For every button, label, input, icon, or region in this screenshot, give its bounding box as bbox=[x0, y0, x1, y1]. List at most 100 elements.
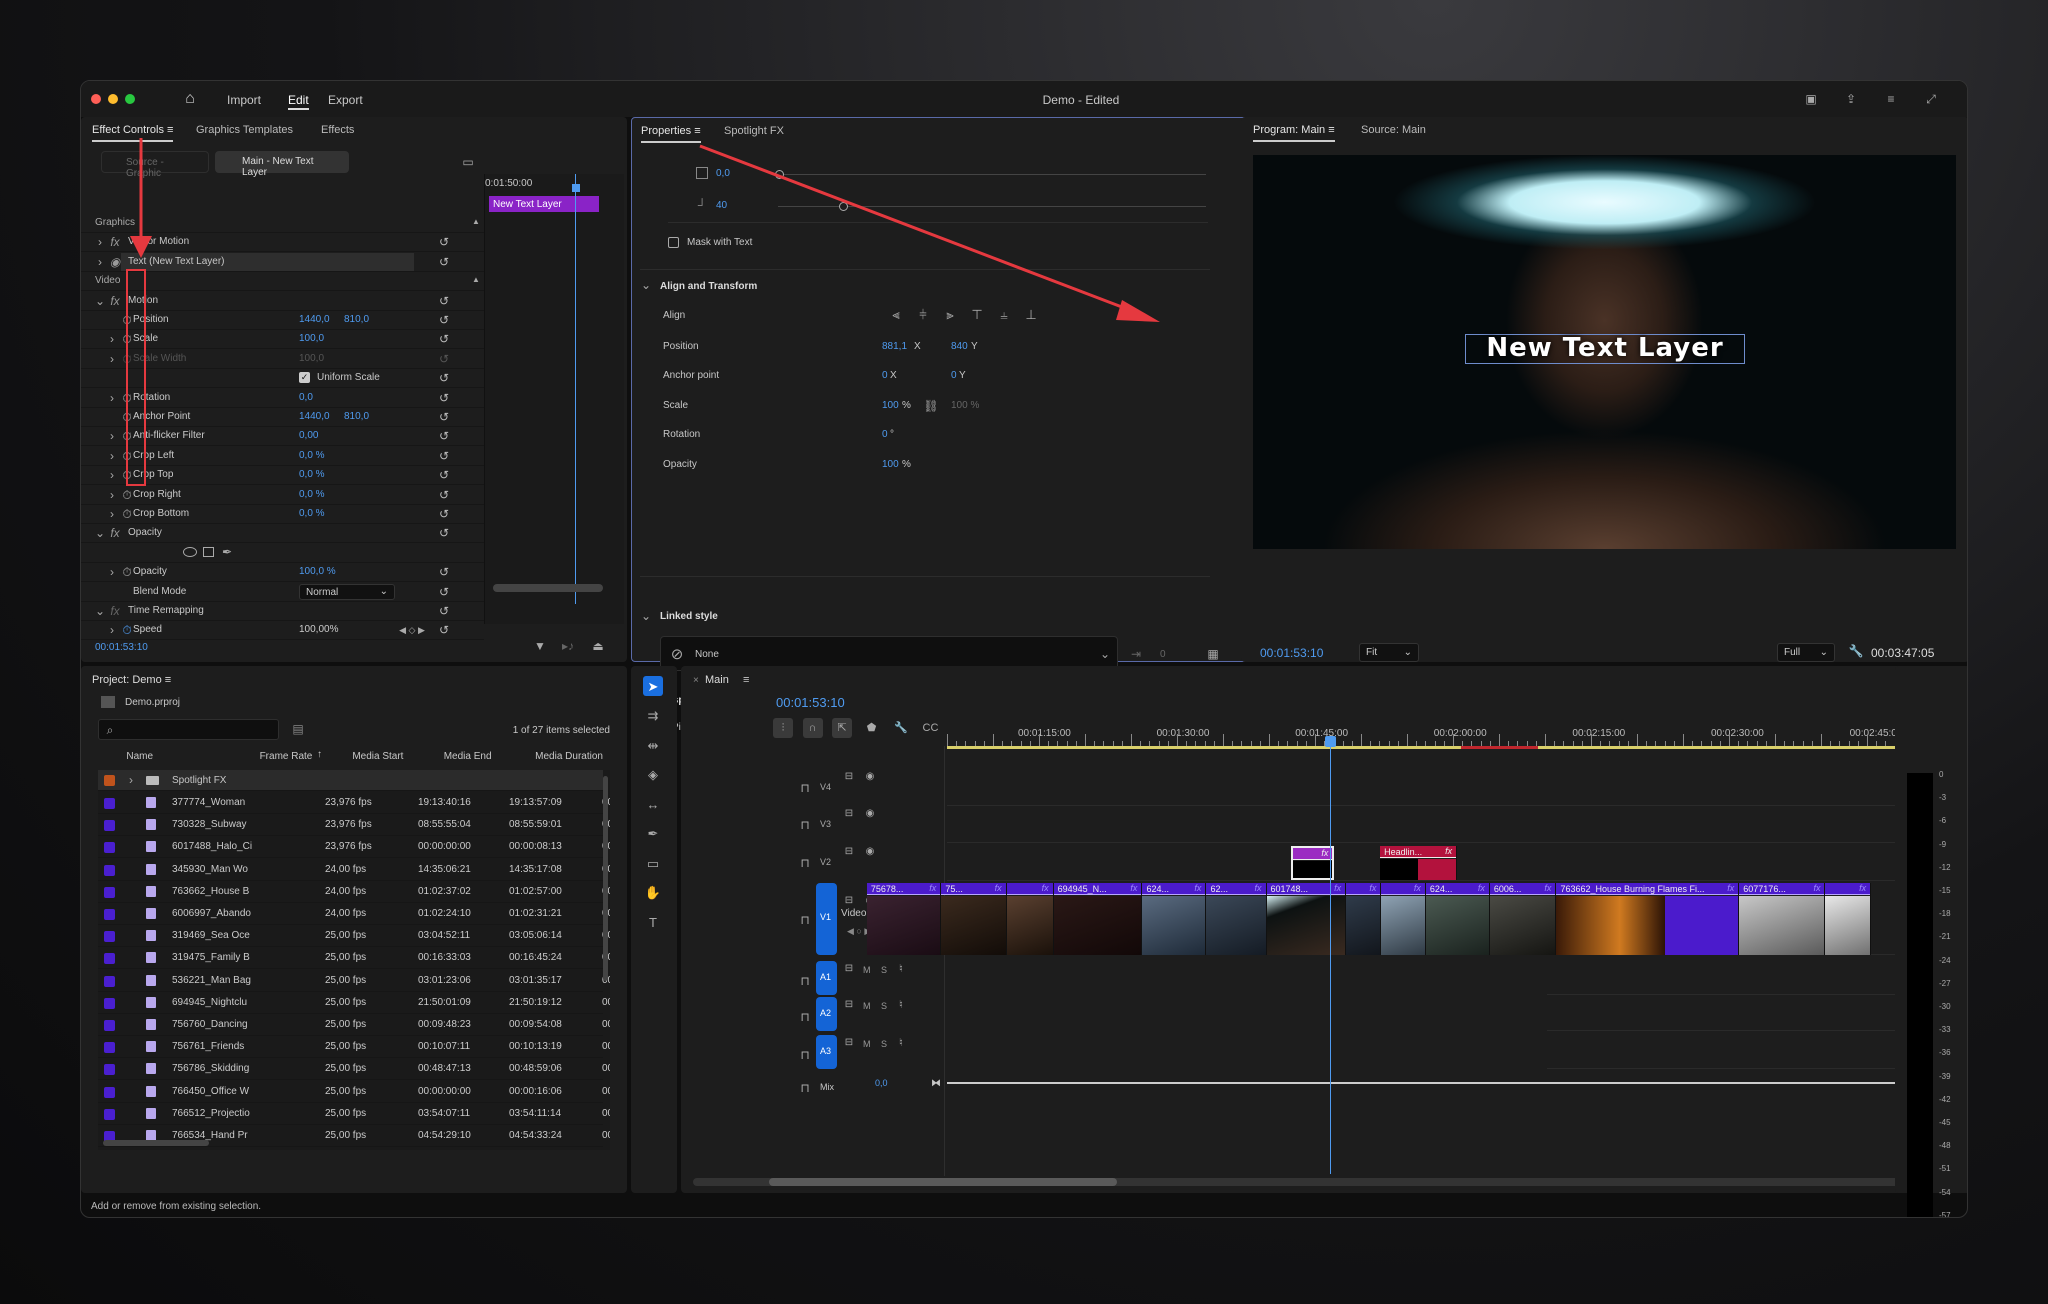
toggle-output-eye-icon[interactable]: ◉ bbox=[864, 808, 876, 820]
tab-spotlight-fx[interactable]: Spotlight FX bbox=[724, 125, 784, 137]
minimize-window-button[interactable] bbox=[108, 94, 118, 104]
stopwatch-icon[interactable]: ⏱ bbox=[121, 450, 133, 462]
ellipse-mask-icon[interactable] bbox=[183, 546, 197, 557]
keyframe-navigator[interactable]: ◀ ◇ ▶ bbox=[397, 624, 427, 636]
project-item-row[interactable]: 766512_Projectio 25,00 fps 03:54:07:11 03:5… bbox=[98, 1103, 610, 1125]
label-color-swatch[interactable] bbox=[104, 1042, 115, 1054]
fx-badge[interactable]: fx bbox=[1414, 884, 1421, 893]
solo-button[interactable]: S bbox=[881, 1040, 887, 1049]
slider1-value[interactable]: 0,0 bbox=[716, 169, 730, 179]
reset-parameter-icon[interactable]: ↺ bbox=[437, 353, 451, 365]
link-icon[interactable]: ⛓ bbox=[923, 399, 938, 413]
fx-badge[interactable]: fx bbox=[1859, 884, 1866, 893]
property-value[interactable]: 100,0 bbox=[299, 353, 324, 364]
style-count[interactable]: 0 bbox=[1160, 650, 1166, 660]
fx-badge[interactable]: fx bbox=[1727, 884, 1734, 893]
lock-icon[interactable]: ⊓ bbox=[799, 781, 811, 795]
timeline-clip-v1[interactable]: 75678... fx bbox=[866, 883, 942, 955]
fx-icon[interactable]: fx bbox=[109, 527, 121, 539]
fx-badge[interactable]: fx bbox=[1369, 884, 1376, 893]
voiceover-record-icon[interactable]: ♮ bbox=[895, 1036, 907, 1050]
slider2-thumb[interactable] bbox=[839, 202, 849, 211]
column-header-name[interactable]: Name bbox=[126, 752, 153, 762]
stopwatch-icon[interactable]: ⏱ bbox=[121, 411, 133, 423]
chevron-down-icon[interactable]: ⌄ bbox=[95, 605, 105, 617]
timeline-clip-v1[interactable]: 6077176... fx bbox=[1739, 883, 1826, 955]
fx-badge[interactable]: fx bbox=[1254, 884, 1261, 893]
fx-badge[interactable]: fx bbox=[1813, 884, 1820, 893]
playback-resolution-dropdown[interactable]: Full ⌄ bbox=[1777, 643, 1835, 662]
overlay-text-layer[interactable]: New Text Layer bbox=[1467, 335, 1743, 361]
uniform-scale-checkbox[interactable]: ✓ bbox=[299, 372, 310, 384]
add-marker-icon[interactable]: ⬟ bbox=[862, 718, 882, 738]
track-target-v1[interactable]: V1 bbox=[816, 883, 837, 955]
track-label-v3[interactable]: V3 bbox=[820, 820, 831, 829]
stopwatch-icon[interactable]: ⏱ bbox=[121, 430, 133, 442]
chevron-right-icon[interactable]: › bbox=[126, 774, 136, 786]
chevron-right-icon[interactable]: › bbox=[107, 508, 117, 520]
sequence-tab-main[interactable]: Main bbox=[705, 675, 729, 686]
chevron-right-icon[interactable]: › bbox=[107, 333, 117, 345]
eye-icon[interactable]: ◉ bbox=[109, 256, 121, 268]
fx-icon[interactable]: fx bbox=[109, 236, 121, 248]
menu-edit[interactable]: Edit bbox=[288, 94, 309, 110]
sequence-menu-icon[interactable]: ≡ bbox=[743, 675, 749, 686]
effect-name[interactable]: Motion bbox=[128, 295, 158, 306]
reset-parameter-icon[interactable]: ↺ bbox=[437, 450, 451, 462]
chevron-right-icon[interactable]: › bbox=[107, 450, 117, 462]
snap-icon[interactable]: ∩ bbox=[802, 718, 823, 738]
property-value[interactable]: 0,0 % bbox=[299, 450, 325, 461]
tab-properties[interactable]: Properties ≡ bbox=[641, 125, 701, 143]
project-item-row[interactable]: 763662_House B 24,00 fps 01:02:37:02 01:02:… bbox=[98, 881, 610, 903]
toggle-sync-lock-icon[interactable]: ⊟ bbox=[843, 1037, 855, 1049]
reset-parameter-icon[interactable]: ↺ bbox=[437, 586, 451, 598]
lock-icon[interactable]: ⊓ bbox=[799, 1048, 811, 1062]
project-vertical-scrollbar[interactable] bbox=[603, 776, 608, 981]
chevron-right-icon[interactable]: › bbox=[107, 353, 117, 365]
play-audio-icon[interactable]: ▸♪ bbox=[561, 639, 575, 653]
label-color-swatch[interactable] bbox=[104, 931, 115, 943]
project-item-row[interactable]: 756786_Skidding 25,00 fps 00:48:47:13 00:48… bbox=[98, 1058, 610, 1081]
stopwatch-icon[interactable]: ⏱ bbox=[121, 566, 133, 578]
reset-parameter-icon[interactable]: ↺ bbox=[437, 430, 451, 442]
track-label-v2[interactable]: V2 bbox=[820, 858, 831, 867]
property-value[interactable]: 0,0 bbox=[299, 392, 313, 403]
label-color-swatch[interactable] bbox=[104, 798, 115, 809]
mini-playhead[interactable] bbox=[575, 174, 576, 604]
timeline-playhead-line[interactable] bbox=[1330, 744, 1331, 1174]
effect-name[interactable]: Opacity bbox=[128, 528, 162, 538]
label-color-swatch[interactable] bbox=[104, 1108, 115, 1120]
fx-badge[interactable]: fx bbox=[995, 884, 1002, 893]
label-color-swatch[interactable] bbox=[104, 1020, 115, 1031]
project-item-row[interactable]: 319469_Sea Oce 25,00 fps 03:04:52:11 03:05:… bbox=[98, 925, 610, 948]
export-icon[interactable]: ⏏ bbox=[591, 639, 605, 653]
property-value[interactable]: 0,0 % bbox=[299, 470, 325, 480]
label-color-swatch[interactable] bbox=[104, 997, 115, 1009]
toggle-sync-lock-icon[interactable]: ⊟ bbox=[843, 895, 855, 907]
property-value[interactable]: 1440,0 bbox=[299, 412, 330, 422]
lock-icon[interactable]: ⊓ bbox=[799, 1081, 811, 1095]
slider1-thumb[interactable] bbox=[775, 170, 784, 179]
blend-mode-select[interactable]: Normal ⌄ bbox=[299, 583, 395, 600]
reset-parameter-icon[interactable]: ↺ bbox=[437, 527, 451, 539]
mini-clip-new-text-layer[interactable]: New Text Layer bbox=[489, 196, 599, 212]
fx-badge[interactable]: fx bbox=[1544, 884, 1551, 893]
column-header-frame-rate[interactable]: Frame Rate bbox=[260, 752, 313, 762]
chevron-down-icon[interactable]: ⌄ bbox=[640, 279, 652, 291]
project-item-row[interactable]: 319475_Family B 25,00 fps 00:16:33:03 00:16… bbox=[98, 947, 610, 970]
timeline-clip-v1[interactable]: 601748... fx bbox=[1266, 883, 1347, 955]
project-item-row[interactable]: 377774_Woman 23,976 fps 19:13:40:16 19:13:5… bbox=[98, 792, 610, 814]
reset-parameter-icon[interactable]: ↺ bbox=[437, 372, 451, 384]
collapse-icon[interactable]: ▲ bbox=[471, 275, 481, 285]
label-color-swatch[interactable] bbox=[104, 975, 115, 987]
fx-badge[interactable]: fx bbox=[1321, 849, 1328, 858]
captions-icon[interactable]: CC bbox=[921, 718, 941, 738]
voiceover-record-icon[interactable]: ♮ bbox=[895, 998, 907, 1012]
mix-volume-line[interactable] bbox=[947, 1082, 1951, 1084]
label-color-swatch[interactable] bbox=[104, 1064, 115, 1076]
label-color-swatch[interactable] bbox=[104, 864, 115, 876]
fullscreen-icon[interactable]: ⤢ bbox=[1923, 91, 1939, 107]
value-y[interactable]: 840 bbox=[951, 342, 968, 352]
close-window-button[interactable] bbox=[91, 94, 101, 104]
timeline-clip-v1[interactable]: 6006... fx bbox=[1489, 883, 1557, 955]
